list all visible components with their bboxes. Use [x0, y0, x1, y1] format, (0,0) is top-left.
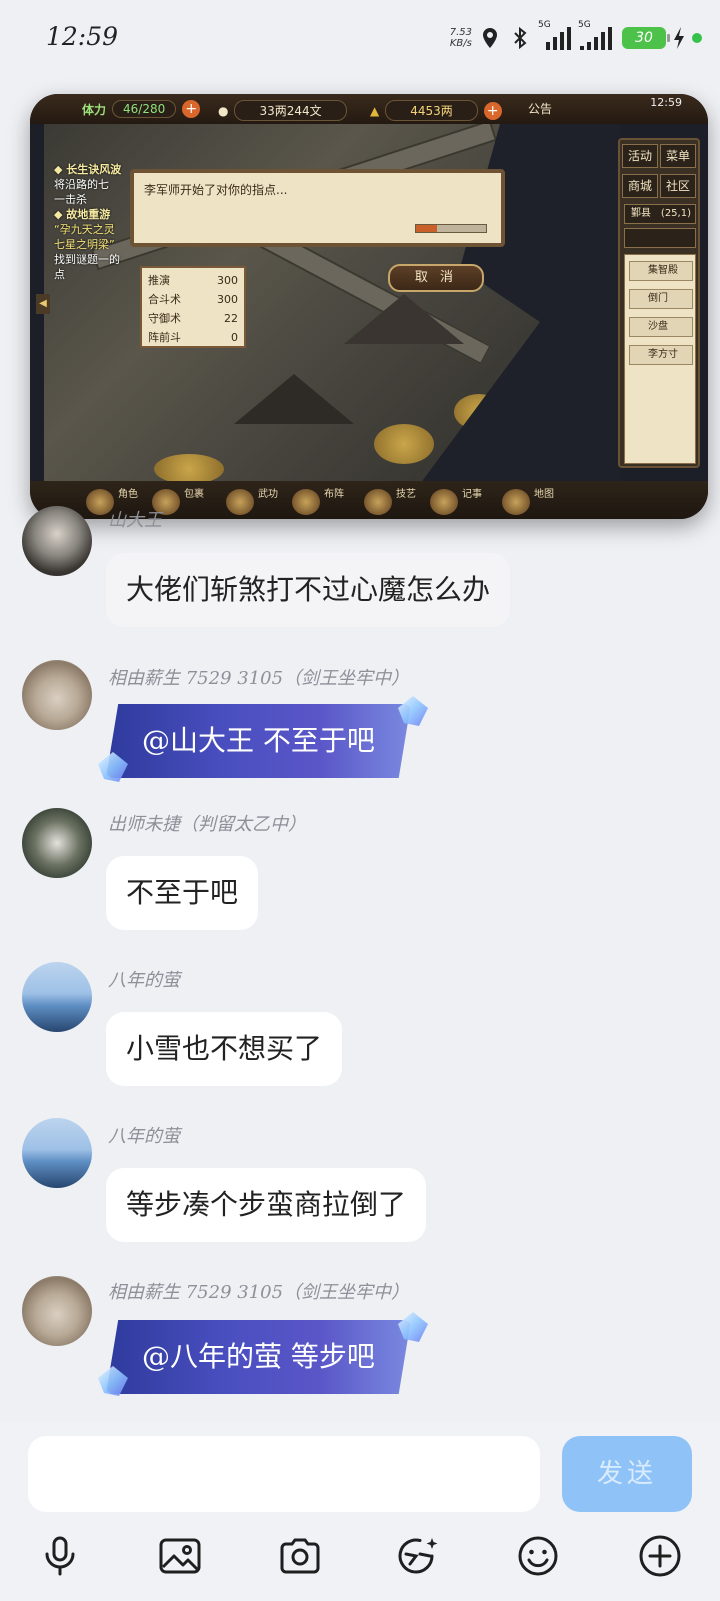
location-label: 鄞县 (25,1) [624, 204, 696, 224]
stat-row: 守御术 22 [148, 312, 238, 325]
stat-row: 合斗术 300 [148, 293, 238, 306]
sender-name: 山大王 [108, 510, 162, 531]
bluetooth-icon [514, 26, 527, 50]
training-progress-bar [415, 224, 487, 233]
game-side-panel: 活动 菜单 商城 社区 鄞县 (25,1) 集智殿 倒门 沙盘 李方寸 [618, 138, 700, 468]
npc-list-item[interactable]: 倒门 [629, 289, 693, 309]
avatar[interactable] [22, 1276, 92, 1346]
martial-arts-button[interactable]: 武功 [258, 489, 288, 513]
gold: ▲ 4453两 + [370, 100, 502, 121]
status-time: 12:59 [46, 22, 119, 51]
signal-icon-2: 5G [578, 20, 616, 52]
menu-button[interactable]: 菜单 [660, 144, 696, 168]
stats-panel: 推演 300 合斗术 300 守御术 22 阵前斗 0 [140, 266, 246, 348]
sticker-icon [398, 1538, 438, 1574]
add-stamina-button[interactable]: + [182, 100, 201, 118]
message-bubble[interactable]: 不至于吧 [106, 856, 259, 930]
floating-game-window[interactable]: 体力 46/280 + ● 33两244文 ▲ 4453两 + 公告 12:59… [30, 94, 708, 519]
money: ● 33两244文 [218, 100, 347, 121]
message-input[interactable] [28, 1436, 540, 1512]
more-button[interactable] [630, 1526, 690, 1586]
minimap-toggle[interactable] [624, 228, 696, 248]
battery-icon: 30 [622, 27, 670, 49]
microphone-icon [45, 1536, 75, 1576]
privacy-dot [692, 33, 702, 43]
map-pavilion [234, 374, 354, 424]
signal-icon-1: 5G [538, 20, 572, 52]
camera-button[interactable] [270, 1526, 330, 1586]
npc-list-item[interactable]: 集智殿 [629, 261, 693, 281]
avatar[interactable] [22, 808, 92, 878]
message-bubble[interactable]: 大佬们斩煞打不过心魔怎么办 [106, 553, 511, 627]
sender-name: 出师未捷（判留太乙中） [108, 814, 306, 835]
bag-button[interactable]: 包裹 [184, 489, 214, 513]
game-clock: 12:59 [650, 96, 682, 109]
voice-button[interactable] [30, 1526, 90, 1586]
notice-button[interactable]: 公告 [528, 100, 552, 117]
avatar[interactable] [22, 962, 92, 1032]
skill-icon [364, 489, 392, 515]
gold-ingot-icon: ▲ [370, 103, 380, 118]
network-speed: 7.53 KB/s [449, 27, 472, 49]
stat-row: 推演 300 [148, 274, 238, 287]
avatar[interactable] [22, 1118, 92, 1188]
npc-list: 集智殿 倒门 沙盘 李方寸 [624, 254, 696, 464]
stat-row: 阵前斗 0 [148, 331, 238, 344]
message-bubble[interactable]: 等步凑个步蛮商拉倒了 [106, 1168, 427, 1242]
journal-icon [430, 489, 458, 515]
sender-name: 八年的萤 [108, 970, 180, 991]
training-dialog: 李军师开始了对你的指点... [130, 169, 505, 247]
map-button[interactable]: 地图 [534, 489, 564, 513]
status-icons: 7.53 KB/s 5G 5G 30 [449, 20, 702, 54]
cancel-button[interactable]: 取 消 [388, 264, 484, 292]
add-gold-button[interactable]: + [483, 101, 502, 120]
sender-name: 相由薪生 7529 3105（剑王坐牢中） [108, 668, 410, 689]
map-tree [374, 424, 434, 464]
formation-icon [292, 489, 320, 515]
avatar[interactable] [22, 506, 92, 576]
sender-name: 八年的萤 [108, 1126, 180, 1147]
game-top-bar: 体力 46/280 + ● 33两244文 ▲ 4453两 + 公告 [30, 94, 708, 124]
emoji-icon [518, 1536, 558, 1576]
skill-button[interactable]: 技艺 [396, 489, 426, 513]
journal-button[interactable]: 记事 [462, 489, 492, 513]
expand-left-arrow[interactable]: ◀ [36, 294, 50, 314]
location-icon [483, 28, 497, 48]
message-bubble-decorated[interactable]: @八年的萤 等步吧 [106, 1320, 411, 1394]
map-tree [154, 454, 224, 484]
chat-input-area: 发送 [0, 1422, 720, 1601]
message-bubble-decorated[interactable]: @山大王 不至于吧 [106, 704, 411, 778]
martial-arts-icon [226, 489, 254, 515]
shop-button[interactable]: 商城 [622, 174, 658, 198]
charging-icon [674, 27, 684, 49]
image-icon [159, 1538, 201, 1574]
photo-button[interactable] [150, 1526, 210, 1586]
stamina: 体力 46/280 + [82, 100, 201, 118]
status-bar: 12:59 7.53 KB/s 5G 5G 30 [0, 0, 720, 76]
formation-button[interactable]: 布阵 [324, 489, 354, 513]
input-toolbar [0, 1526, 720, 1590]
plus-icon [639, 1535, 681, 1577]
message-bubble[interactable]: 小雪也不想买了 [106, 1012, 343, 1086]
npc-list-item[interactable]: 李方寸 [629, 345, 693, 365]
map-icon [502, 489, 530, 515]
sticker-button[interactable] [388, 1526, 448, 1586]
camera-icon [280, 1538, 320, 1574]
activity-button[interactable]: 活动 [622, 144, 658, 168]
map-building [344, 294, 464, 344]
sender-name: 相由薪生 7529 3105（剑王坐牢中） [108, 1282, 410, 1303]
training-progress-fill [416, 225, 437, 232]
community-button[interactable]: 社区 [660, 174, 696, 198]
npc-list-item[interactable]: 沙盘 [629, 317, 693, 337]
send-button[interactable]: 发送 [562, 1436, 692, 1512]
avatar[interactable] [22, 660, 92, 730]
coin-icon: ● [218, 103, 229, 118]
emoji-button[interactable] [508, 1526, 568, 1586]
